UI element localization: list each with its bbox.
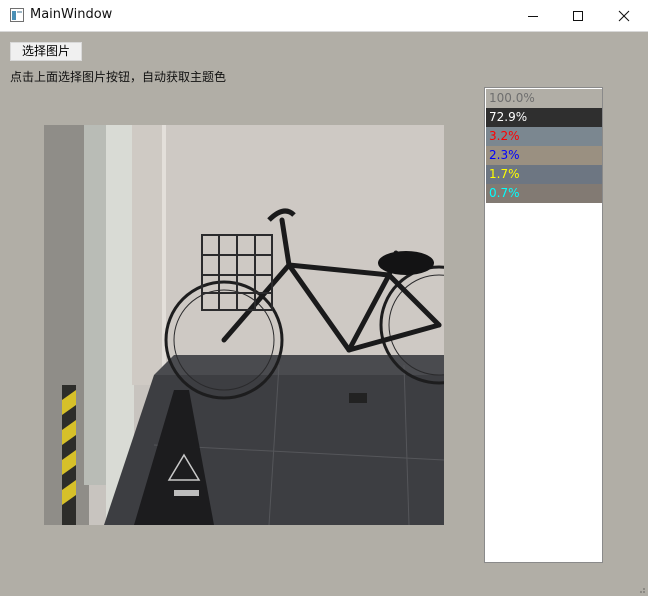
- title-bar: MainWindow: [0, 0, 648, 32]
- color-swatch: 3.2%: [486, 127, 602, 146]
- maximize-button[interactable]: [555, 0, 601, 31]
- color-palette-panel: 100.0% 72.9% 3.2% 2.3% 1.7% 0.7%: [484, 87, 603, 563]
- loaded-image: [44, 125, 444, 525]
- hint-text: 点击上面选择图片按钮，自动获取主题色: [10, 70, 227, 84]
- color-swatch: 100.0%: [486, 89, 602, 108]
- bicycle-photo: [44, 125, 444, 525]
- app-window-icon: [10, 8, 24, 22]
- close-icon: [618, 10, 630, 22]
- resize-grip-icon[interactable]: [636, 584, 646, 594]
- color-swatch: 72.9%: [486, 108, 602, 127]
- window-title: MainWindow: [30, 7, 113, 22]
- choose-image-button[interactable]: 选择图片: [10, 42, 82, 61]
- color-swatch: 2.3%: [486, 146, 602, 165]
- color-swatch: 0.7%: [486, 184, 602, 203]
- color-swatch: 1.7%: [486, 165, 602, 184]
- main-window-client: 选择图片 点击上面选择图片按钮，自动获取主题色 100.0% 72.9% 3.2…: [0, 32, 648, 596]
- close-button[interactable]: [601, 0, 647, 31]
- maximize-icon: [573, 11, 583, 21]
- minimize-button[interactable]: [510, 0, 556, 31]
- minimize-icon: [528, 16, 538, 17]
